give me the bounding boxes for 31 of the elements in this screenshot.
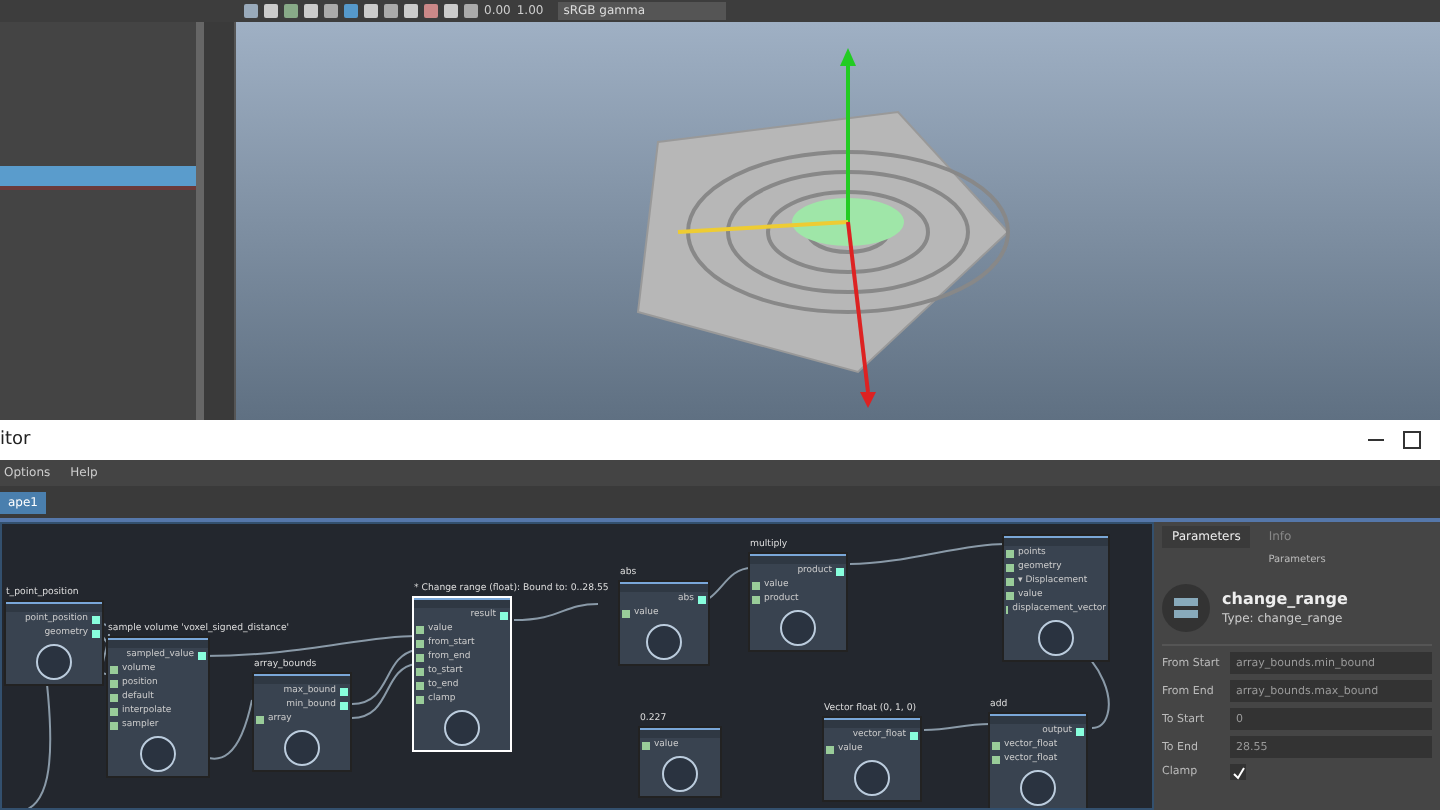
selected-item[interactable]	[0, 166, 196, 190]
output-port[interactable]	[698, 595, 706, 603]
node-type-icon	[1020, 770, 1056, 806]
node-type-icon	[36, 644, 72, 680]
output-port[interactable]	[1076, 727, 1084, 735]
input-port[interactable]	[826, 745, 834, 753]
node-type-icon	[1038, 620, 1074, 656]
node-wire	[351, 663, 417, 719]
window-title: itor	[0, 430, 31, 450]
node-type-icon	[1162, 584, 1210, 632]
input-port[interactable]	[622, 609, 630, 617]
input-port[interactable]	[642, 741, 650, 749]
node-name: change_range	[1222, 590, 1348, 608]
node-type-icon	[662, 756, 698, 792]
output-port[interactable]	[500, 611, 508, 619]
node-graph-canvas[interactable]	[0, 522, 1154, 810]
output-port[interactable]	[198, 651, 206, 659]
node-type-icon	[854, 760, 890, 796]
node-type-icon	[780, 610, 816, 646]
node-wire	[923, 723, 991, 731]
node-type-icon	[140, 736, 176, 772]
3d-viewport[interactable]	[236, 22, 1440, 420]
input-port[interactable]	[256, 715, 264, 723]
node-type-icon	[444, 710, 480, 746]
node-type-icon	[284, 730, 320, 766]
node-wire	[513, 603, 599, 621]
node-type-icon	[646, 624, 682, 660]
clamp-checkbox[interactable]	[1230, 764, 1246, 780]
output-port[interactable]	[836, 567, 844, 575]
window-controls-icon[interactable]	[1364, 430, 1424, 450]
output-port[interactable]	[910, 731, 918, 739]
